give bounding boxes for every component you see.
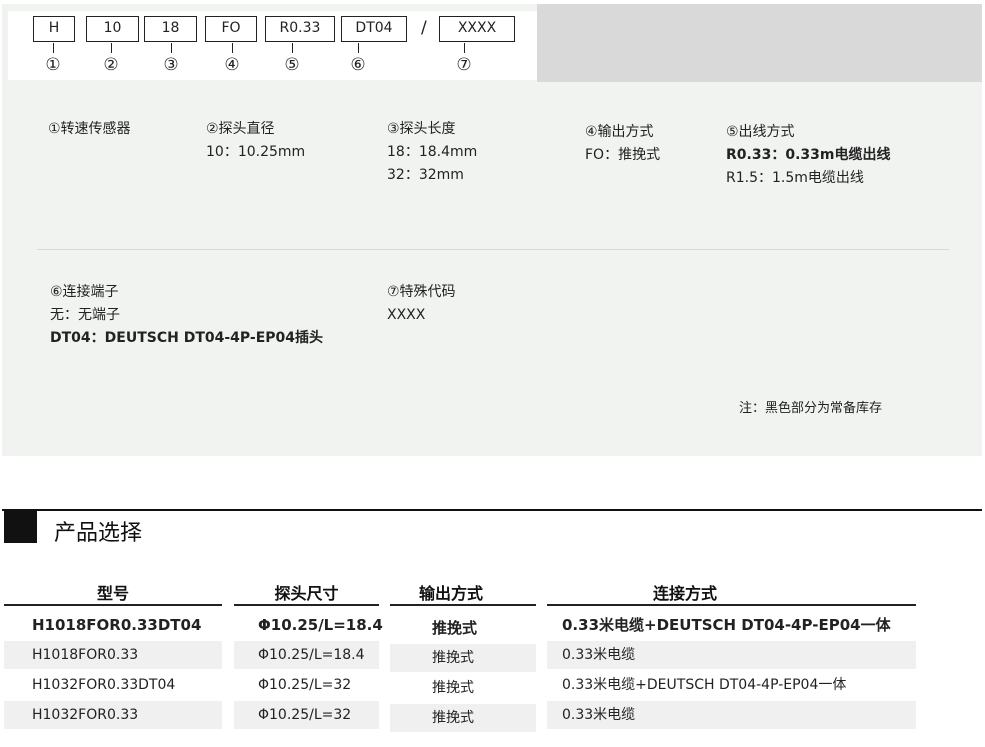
code-tick [358, 43, 359, 53]
table-cell-connection: 0.33米电缆 [547, 701, 916, 729]
desc-output-mode: ④输出方式 FO：推挽式 [585, 121, 660, 167]
code-number-4: ④ [224, 55, 240, 75]
code-tick [292, 43, 293, 53]
header-underline [547, 604, 916, 606]
table-cell-connection: 0.33米电缆 [547, 641, 916, 669]
desc-line-stock: DT04：DEUTSCH DT04-4P-EP04插头 [50, 330, 324, 346]
table-cell-probe-size: Φ10.25/L=18.4 [234, 641, 379, 669]
code-tick [232, 43, 233, 53]
table-cell-probe-size: Φ10.25/L=32 [258, 677, 352, 693]
desc-title: ①转速传感器 [48, 121, 131, 137]
header-underline [234, 604, 379, 606]
code-number-3: ③ [163, 55, 179, 75]
desc-title: ⑤出线方式 [726, 124, 795, 140]
table-cell-probe-size: Φ10.25/L=32 [234, 701, 379, 729]
code-number-5: ⑤ [284, 55, 300, 75]
desc-probe-length: ③探头长度 18：18.4mm 32：32mm [387, 118, 477, 187]
desc-title: ②探头直径 [206, 121, 275, 137]
table-cell-model: H1032FOR0.33DT04 [32, 677, 176, 693]
code-segment-4: FO [205, 16, 257, 42]
table-cell-connection: 0.33米电缆+DEUTSCH DT04-4P-EP04一体 [562, 677, 847, 693]
stock-note: 注：黑色部分为常备库存 [739, 401, 883, 416]
desc-title: ④输出方式 [585, 124, 654, 140]
desc-line: 10：10.25mm [206, 144, 306, 160]
code-separator: / [421, 18, 427, 38]
code-tick [464, 43, 465, 53]
code-segment-3: 18 [144, 16, 197, 42]
table-cell-model: H1032FOR0.33 [4, 701, 222, 729]
desc-special-code: ⑦特殊代码 XXXX [387, 281, 456, 327]
desc-title: ⑦特殊代码 [387, 284, 456, 300]
column-header-model: 型号 [96, 584, 129, 603]
section-rule [2, 509, 982, 511]
column-header-probe-size: 探头尺寸 [274, 584, 339, 603]
table-cell-output: 推挽式 [390, 644, 536, 672]
table-cell-connection: 0.33米电缆+DEUTSCH DT04-4P-EP04一体 [562, 616, 891, 634]
desc-sensor-type: ①转速传感器 [48, 118, 131, 141]
column-header-connection: 连接方式 [652, 584, 717, 603]
code-number-2: ② [103, 55, 119, 75]
desc-probe-diameter: ②探头直径 10：10.25mm [206, 118, 305, 164]
section-marker [4, 510, 37, 543]
code-segment-5: R0.33 [265, 16, 335, 42]
code-number-7: ⑦ [456, 55, 472, 75]
code-segment-1: H [33, 16, 75, 42]
table-cell-output: 推挽式 [432, 680, 474, 696]
divider [37, 249, 949, 250]
code-tick [171, 43, 172, 53]
section-title: 产品选择 [54, 521, 143, 546]
desc-connector: ⑥连接端子 无：无端子 DT04：DEUTSCH DT04-4P-EP04插头 [50, 281, 323, 350]
panel-header-strip [537, 4, 982, 82]
header-underline [4, 604, 222, 606]
header-underline [390, 604, 536, 606]
code-number-6: ⑥ [350, 55, 366, 75]
desc-cable-outlet: ⑤出线方式 R0.33：0.33m电缆出线 R1.5：1.5m电缆出线 [726, 121, 890, 190]
desc-title: ③探头长度 [387, 121, 456, 137]
desc-title: ⑥连接端子 [50, 284, 119, 300]
code-tick [111, 43, 112, 53]
desc-line: XXXX [387, 307, 426, 323]
table-cell-probe-size: Φ10.25/L=18.4 [258, 616, 383, 634]
code-segment-6: DT04 [341, 16, 407, 42]
desc-line: FO：推挽式 [585, 147, 661, 163]
code-segment-7: XXXX [439, 16, 515, 42]
code-segment-2: 10 [86, 16, 139, 42]
column-header-output: 输出方式 [418, 584, 483, 603]
desc-line-stock: R0.33：0.33m电缆出线 [726, 147, 891, 163]
table-cell-output: 推挽式 [432, 619, 478, 637]
desc-line: 18：18.4mm [387, 144, 478, 160]
desc-line: 无：无端子 [50, 307, 120, 323]
table-cell-model: H1018FOR0.33DT04 [32, 616, 202, 634]
table-cell-output: 推挽式 [390, 704, 536, 732]
code-number-1: ① [45, 55, 61, 75]
desc-line: 32：32mm [387, 167, 464, 183]
code-tick [53, 43, 54, 53]
table-cell-model: H1018FOR0.33 [4, 641, 222, 669]
desc-line: R1.5：1.5m电缆出线 [726, 170, 864, 186]
